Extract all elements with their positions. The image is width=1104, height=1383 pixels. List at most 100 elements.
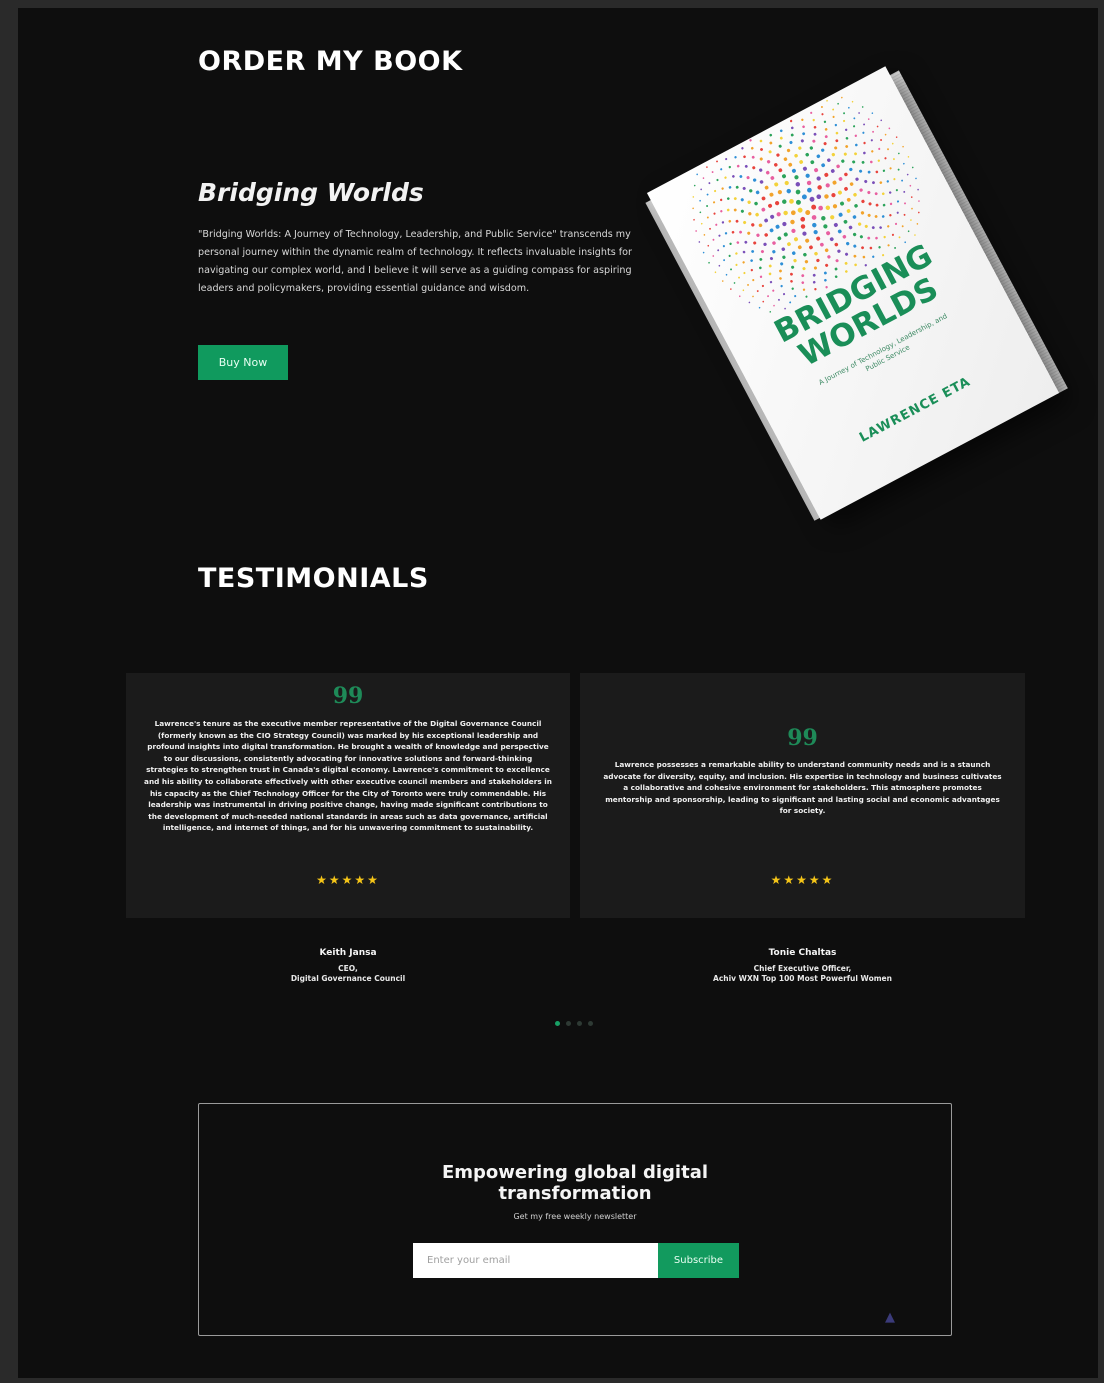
cover-dot <box>742 250 746 254</box>
cover-dot <box>867 190 871 195</box>
cover-dot <box>790 210 796 216</box>
cover-dot <box>852 232 857 237</box>
slider-dot-2[interactable] <box>566 1021 571 1026</box>
cover-dot <box>812 273 816 277</box>
cover-dot <box>918 200 920 202</box>
cover-dot <box>772 289 775 292</box>
cover-dot <box>777 236 782 241</box>
cover-dot <box>824 172 829 177</box>
cover-dot <box>831 192 836 198</box>
cover-dot <box>844 261 848 265</box>
subscribe-button[interactable]: Subscribe <box>658 1243 739 1278</box>
cover-dot <box>805 173 810 178</box>
cover-dot <box>825 205 831 210</box>
cover-dot <box>714 271 717 274</box>
cover-dot <box>887 148 889 151</box>
cover-dot <box>857 222 862 226</box>
cover-dot <box>861 160 865 164</box>
cover-dot <box>821 148 825 152</box>
cover-dot <box>872 255 875 258</box>
cover-dot <box>846 197 851 202</box>
cover-dot <box>791 228 796 233</box>
cover-dot <box>845 137 849 140</box>
cover-dot <box>832 180 837 185</box>
cover-dot <box>750 268 753 272</box>
cover-dot <box>728 165 731 169</box>
cover-dot <box>746 176 750 180</box>
cover-dot <box>768 272 772 276</box>
cover-dot <box>915 177 917 180</box>
cover-dot <box>817 185 822 190</box>
cover-dot <box>836 164 840 169</box>
cover-dot <box>794 237 799 242</box>
cover-dot <box>875 203 879 207</box>
cover-dot <box>758 223 763 228</box>
cover-dot <box>791 168 796 173</box>
cover-dot <box>716 178 719 182</box>
cover-dot <box>835 139 839 143</box>
cover-dot <box>852 215 857 219</box>
cover-dot <box>775 224 780 229</box>
cover-dot <box>720 210 723 213</box>
slider-dot-4[interactable] <box>588 1021 593 1026</box>
cover-dot <box>789 119 793 123</box>
cover-dot <box>790 219 795 225</box>
testimonial-card: 99 Lawrence's tenure as the executive me… <box>126 673 570 918</box>
cover-dot <box>728 219 732 223</box>
email-input[interactable] <box>413 1243 658 1278</box>
cover-dot <box>891 142 894 145</box>
cover-dot <box>801 118 804 121</box>
cover-dot <box>841 96 843 99</box>
cover-dot <box>762 300 765 303</box>
cover-dot <box>858 112 860 114</box>
cover-dot <box>898 152 900 155</box>
cover-dot <box>764 233 768 237</box>
cover-dot <box>904 202 906 205</box>
cover-dot <box>918 211 920 214</box>
cover-dot <box>769 311 772 313</box>
cover-dot <box>895 136 898 138</box>
cover-dot <box>813 125 817 129</box>
cover-dot <box>782 174 787 179</box>
cover-dot <box>733 282 736 284</box>
cover-dot <box>766 160 771 164</box>
cover-dot <box>842 234 847 239</box>
cover-dot <box>843 219 848 224</box>
cover-dot <box>824 128 828 131</box>
testimonial-card: 99 Lawrence possesses a remarkable abili… <box>580 673 1025 918</box>
cover-dot <box>816 176 821 181</box>
cover-dot <box>834 275 838 278</box>
cover-dot <box>903 162 905 165</box>
testimonial-author: Tonie Chaltas Chief Executive Officer, A… <box>580 948 1025 984</box>
testimonial-author: Keith Jansa CEO, Digital Governance Coun… <box>126 948 570 984</box>
cover-dot <box>699 199 701 202</box>
slider-dot-1[interactable] <box>555 1021 560 1026</box>
cover-dot <box>859 188 863 192</box>
star-rating: ★★★★★ <box>316 873 380 887</box>
slider-dot-3[interactable] <box>577 1021 582 1026</box>
buy-now-button[interactable]: Buy Now <box>198 345 288 380</box>
cover-dot <box>864 179 868 183</box>
cover-dot <box>854 204 858 208</box>
cover-dot <box>834 267 838 271</box>
cover-dot <box>758 306 761 309</box>
cover-dot <box>744 164 748 168</box>
cover-dot <box>832 108 835 111</box>
cover-dot <box>838 212 843 217</box>
cover-dot <box>752 166 756 170</box>
cover-dot <box>735 263 738 266</box>
cover-dot <box>914 234 916 236</box>
cover-dot <box>738 295 741 298</box>
cover-dot <box>768 203 773 208</box>
cover-dot <box>843 119 846 123</box>
cover-dot <box>863 151 866 155</box>
cover-dot <box>797 245 802 250</box>
cover-dot <box>814 251 818 256</box>
book-cover-image: BRIDGING WORLDS A Journey of Technology,… <box>645 66 1068 521</box>
testimonial-text: Lawrence possesses a remarkable ability … <box>603 760 1002 816</box>
cover-dot <box>789 199 794 204</box>
cover-dot <box>723 259 726 262</box>
cover-dot <box>778 144 782 148</box>
cover-dot <box>782 255 786 259</box>
arrow-up-icon[interactable]: ▲ <box>885 1310 895 1325</box>
